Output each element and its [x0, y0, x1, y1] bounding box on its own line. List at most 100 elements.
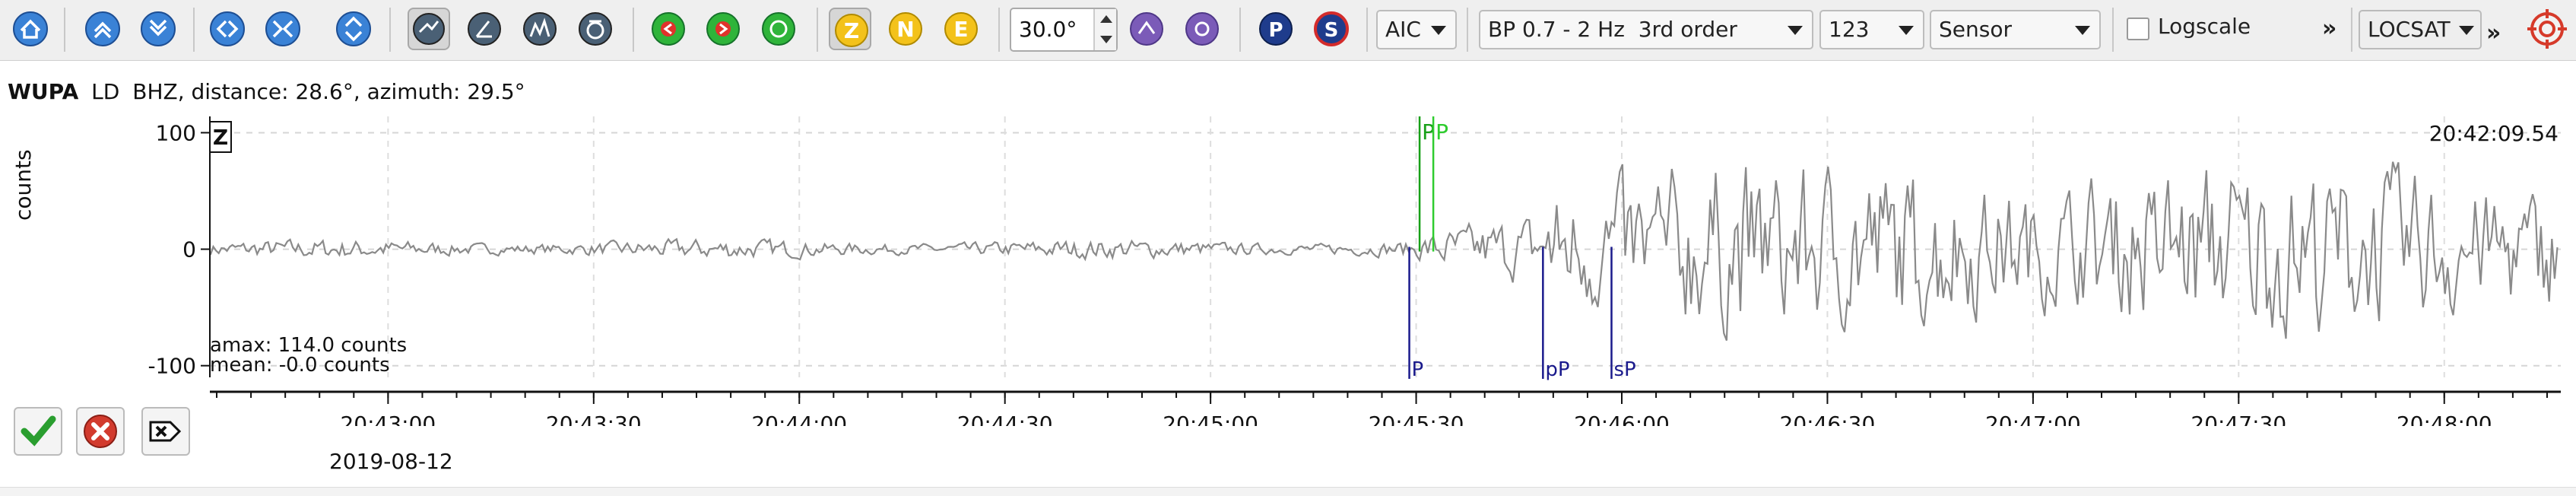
x-tick-label: 20:44:30 — [957, 412, 1053, 426]
toolbar-separator — [998, 8, 1000, 52]
mean-text: mean: -0.0 counts — [210, 354, 390, 377]
chevron-down-icon — [2075, 26, 2090, 35]
station-info-line: WUPA LD BHZ, distance: 28.6°, azimuth: 2… — [8, 79, 525, 104]
toolbar-separator — [817, 8, 818, 52]
toolbar-overflow-button[interactable]: » — [2322, 15, 2336, 42]
seismogram-plot[interactable]: P P PpP sP 100 0 -100 20:43:00 20:43:30 20:44:00… — [0, 107, 2576, 426]
component-e-label: E — [953, 17, 968, 42]
reject-button[interactable] — [76, 407, 125, 456]
toolbar-separator — [633, 8, 634, 52]
pick-label-bottom: P — [1412, 358, 1424, 381]
x-tick-label: 20:46:00 — [1574, 412, 1670, 426]
toolbar-separator — [193, 8, 195, 52]
channel-s-label: S — [1324, 19, 1339, 42]
time-zoom-in-icon[interactable] — [262, 8, 304, 50]
pick-label-top: P — [1436, 119, 1448, 145]
component-e-button[interactable]: E — [940, 8, 982, 50]
pick-refresh-icon[interactable] — [757, 8, 800, 50]
channel-p-button[interactable]: P — [1255, 8, 1297, 50]
chevron-down-icon — [1788, 26, 1803, 35]
time-zoom-out-icon[interactable] — [206, 8, 249, 50]
x-tick-label: 20:44:00 — [751, 412, 847, 426]
x-tick-label: 20:46:30 — [1780, 412, 1876, 426]
x-tick-label: 20:43:30 — [546, 412, 642, 426]
angle-tool-icon[interactable] — [463, 8, 506, 50]
filter-value: BP 0.7 - 2 Hz 3rd order — [1488, 17, 1737, 42]
station-distance-azimuth: distance: 28.6°, azimuth: 29.5° — [191, 79, 525, 104]
component-n-label: N — [896, 17, 914, 42]
toolbar-separator — [389, 8, 391, 52]
home-icon[interactable] — [9, 8, 52, 50]
locate-target-icon[interactable] — [2526, 8, 2568, 50]
toolbar-overflow-button-2[interactable]: » — [2486, 20, 2501, 46]
toolbar-separator — [1239, 8, 1241, 52]
channel-code: BHZ — [132, 79, 178, 104]
picker-dropdown[interactable]: AIC — [1376, 10, 1457, 49]
chevron-down-icon — [2459, 26, 2474, 35]
x-tick-label: 20:45:30 — [1369, 412, 1464, 426]
toolbar-separator — [2112, 8, 2114, 52]
trace-layer — [209, 161, 2559, 341]
network-code: LD — [91, 79, 120, 104]
amplitude-mode-value: Sensor — [1939, 17, 2012, 42]
pick-previous-icon[interactable] — [647, 8, 690, 50]
amplitude-mode-dropdown[interactable]: Sensor — [1930, 10, 2101, 49]
toolbar-separator — [64, 8, 65, 52]
x-tick-label: 20:45:00 — [1163, 412, 1258, 426]
chevron-down-icon — [1431, 26, 1446, 35]
components-value: 123 — [1829, 17, 1870, 42]
component-z-label: Z — [844, 18, 859, 43]
slowness-spinbox[interactable]: 30.0° — [1010, 8, 1118, 52]
toolbar-separator — [1467, 8, 1468, 52]
component-badge: Z — [213, 125, 228, 150]
checkmark-icon — [21, 415, 56, 447]
slowness-value: 30.0° — [1019, 17, 1077, 42]
x-tick-label: 20:48:00 — [2397, 412, 2492, 426]
picker-value: AIC — [1385, 17, 1421, 42]
toolbar-separator — [2351, 8, 2352, 52]
channel-p-label: P — [1268, 19, 1283, 42]
station-code: WUPA — [8, 79, 79, 104]
chevron-down-icon — [1899, 26, 1914, 35]
seismogram-chart[interactable]: P PP pP sP 1000-10020:43:00 20:43:30 20:44:00… — [0, 107, 2576, 426]
y-tick-label: 100 — [156, 120, 196, 145]
reset-angle-icon[interactable] — [1181, 8, 1223, 50]
spin-up-button[interactable] — [1093, 9, 1116, 30]
channel-s-button[interactable]: S — [1310, 8, 1353, 50]
accept-button[interactable] — [14, 407, 62, 456]
component-n-button[interactable]: N — [884, 8, 927, 50]
pick-label-bottom: sP — [1613, 358, 1635, 381]
locator-dropdown[interactable]: LOCSAT — [2359, 10, 2482, 49]
date-label: 2019-08-12 — [329, 449, 453, 474]
logscale-label: Logscale — [2158, 14, 2251, 39]
trace-end-time: 20:42:09.54 — [2429, 121, 2559, 146]
scroll-up-icon[interactable] — [81, 8, 124, 50]
status-strip — [0, 487, 2576, 496]
locator-value: LOCSAT — [2368, 17, 2451, 42]
toolbar: Z N E 30.0° P S AIC BP 0.7 - 2 Hz 3rd or… — [0, 0, 2576, 61]
filter-dropdown[interactable]: BP 0.7 - 2 Hz 3rd order — [1479, 10, 1813, 49]
x-tick-label: 20:47:30 — [2191, 412, 2286, 426]
apply-angle-icon[interactable] — [1125, 8, 1168, 50]
amplitude-zoom-icon[interactable] — [332, 8, 375, 50]
logscale-checkbox[interactable] — [2127, 17, 2149, 40]
x-tick-label: 20:47:00 — [1985, 412, 2081, 426]
waveform-trace — [209, 161, 2559, 341]
toolbar-separator — [1366, 8, 1368, 52]
pick-next-icon[interactable] — [702, 8, 744, 50]
x-tick-label: 20:43:00 — [340, 412, 436, 426]
filter-toggle-icon[interactable] — [408, 8, 450, 50]
scroll-down-icon[interactable] — [137, 8, 179, 50]
y-tick-label: -100 — [148, 354, 196, 379]
close-icon — [84, 415, 117, 448]
y-tick-label: 0 — [182, 237, 196, 262]
pick-label-bottom: pP — [1545, 358, 1569, 381]
spin-down-button[interactable] — [1093, 30, 1116, 50]
component-z-button[interactable]: Z — [829, 8, 871, 50]
components-dropdown[interactable]: 123 — [1819, 10, 1924, 49]
spectrum-icon[interactable] — [519, 8, 561, 50]
axes-layer: 100 0 -100 20:43:00 20:43:30 20:44:00 20:44:30… — [148, 116, 2561, 426]
export-button[interactable] — [141, 407, 190, 456]
rotate-components-icon[interactable] — [574, 8, 617, 50]
tag-arrow-icon — [149, 421, 182, 442]
